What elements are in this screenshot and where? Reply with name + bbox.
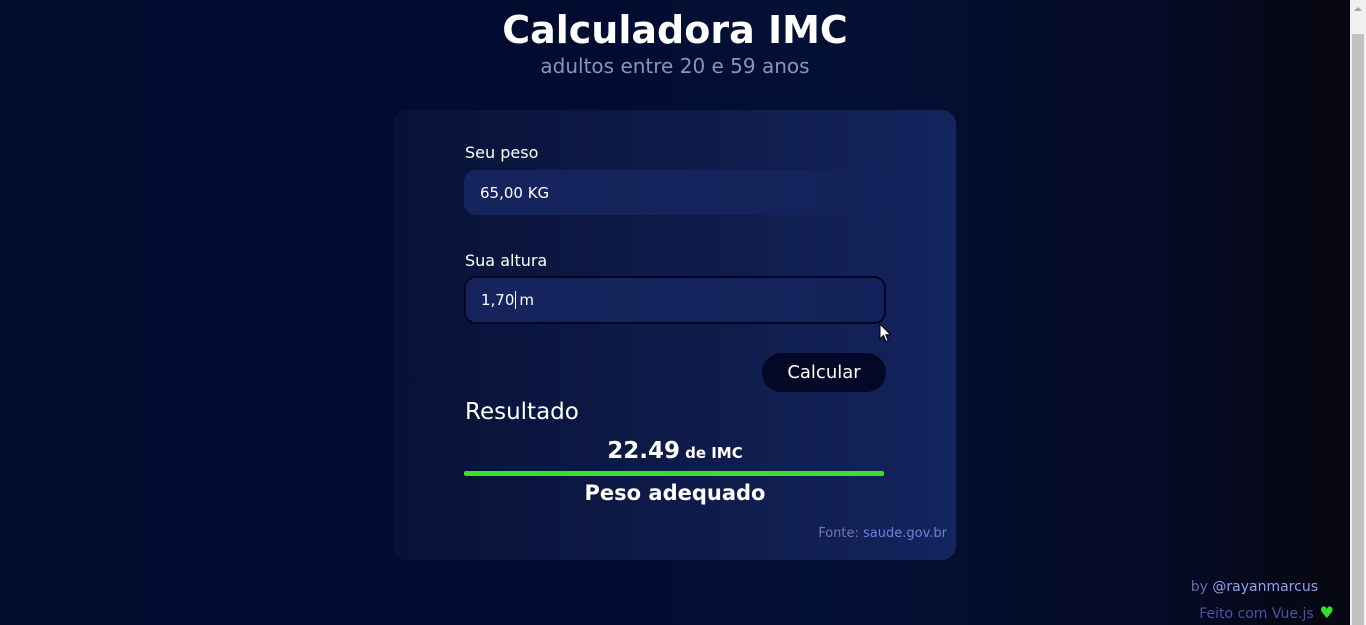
height-value: 1,70 — [481, 291, 515, 309]
imc-status: Peso adequado — [584, 481, 766, 505]
imc-unit: de IMC — [685, 444, 743, 462]
imc-value: 22.49 — [607, 438, 680, 464]
footer-by-label: by — [1190, 579, 1208, 595]
weight-value: 65,00 KG — [480, 183, 550, 202]
source-link[interactable]: saude.gov.br — [863, 526, 947, 541]
mouse-pointer-icon — [879, 323, 892, 343]
heart-icon: ♥ — [1319, 603, 1334, 622]
source-label: Fonte: — [818, 526, 859, 541]
height-unit: m — [519, 291, 535, 309]
page: Calculadora IMC adultos entre 20 e 59 an… — [0, 0, 1350, 625]
page-title: Calculadora IMC — [502, 8, 848, 52]
imc-progress-fill — [464, 471, 884, 476]
weight-input[interactable]: 65,00 KG — [464, 170, 886, 215]
calculate-button[interactable]: Calcular — [762, 353, 886, 392]
scroll-thumb[interactable] — [1352, 34, 1364, 625]
source-note: Fonte: saude.gov.br — [818, 526, 947, 541]
page-subtitle: adultos entre 20 e 59 anos — [540, 54, 810, 78]
imc-progress-bar — [464, 471, 884, 476]
vertical-scrollbar[interactable] — [1350, 0, 1366, 625]
scroll-up-arrow-icon[interactable] — [1350, 0, 1366, 17]
made-with-text: Feito com Vue.js — [1199, 606, 1314, 622]
text-caret — [515, 291, 517, 309]
footer-made-with: Feito com Vue.js ♥ — [1199, 603, 1334, 622]
imc-result: 22.49 de IMC — [464, 438, 886, 464]
calculator-card: Seu peso 65,00 KG Sua altura 1,70 m Calcu… — [393, 110, 956, 560]
result-heading: Resultado — [465, 399, 579, 425]
height-label: Sua altura — [465, 251, 548, 270]
weight-label: Seu peso — [465, 143, 539, 162]
author-link[interactable]: @rayanmarcus — [1212, 579, 1318, 595]
footer-author: by @rayanmarcus — [1191, 579, 1318, 595]
height-input[interactable]: 1,70 m — [464, 276, 886, 324]
